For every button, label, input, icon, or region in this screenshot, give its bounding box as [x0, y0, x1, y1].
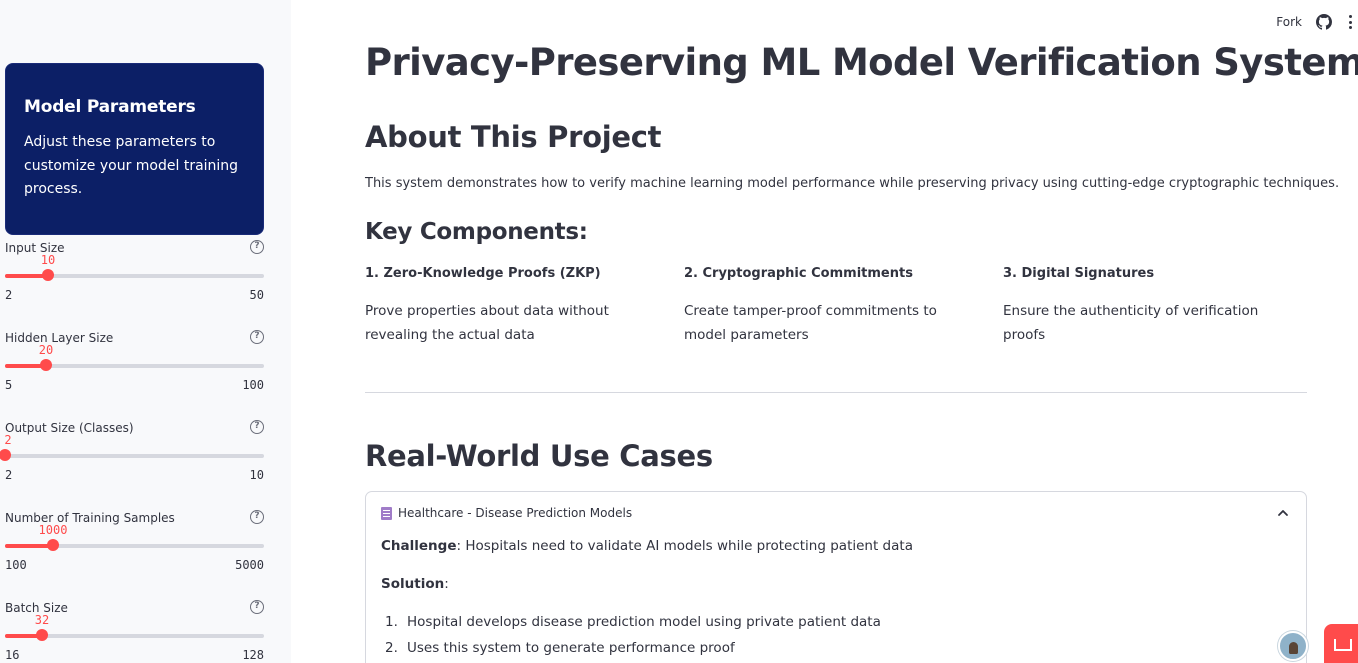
slider-value: 20: [38, 343, 54, 357]
about-text: This system demonstrates how to verify m…: [365, 176, 1340, 191]
slider-label: Input Size: [5, 241, 65, 255]
slider-track[interactable]: [5, 539, 264, 551]
slider-min: 2: [5, 288, 13, 302]
slider-thumb[interactable]: [47, 539, 59, 551]
solution-label: Solution: [381, 576, 445, 592]
slider-min: 5: [5, 378, 13, 392]
solution-line: Solution:: [381, 576, 913, 600]
expander-body: Challenge: Hospitals need to validate AI…: [381, 538, 913, 663]
slider-track[interactable]: [5, 629, 264, 641]
page-title: Privacy-Preserving ML Model Verification…: [365, 41, 1358, 84]
component-desc: Create tamper-proof commitments to model…: [684, 303, 937, 343]
step-number: 2.: [385, 640, 398, 656]
slider-label: Hidden Layer Size: [5, 331, 114, 345]
help-circle-icon[interactable]: ?: [250, 240, 264, 254]
use-cases-heading: Real-World Use Cases: [365, 439, 713, 473]
component-column: 1. Zero-Knowledge Proofs (ZKP) Prove pro…: [365, 266, 655, 347]
toolbar: Fork: [1276, 0, 1358, 44]
step-text: Uses this system to generate performance…: [407, 640, 735, 656]
slider-value: 10: [40, 253, 56, 267]
avatar[interactable]: [1278, 631, 1308, 661]
help-circle-icon[interactable]: ?: [250, 420, 264, 434]
slider-thumb[interactable]: [40, 359, 52, 371]
hidden-layer-size-slider[interactable]: Hidden Layer Size ? 20 5 100: [5, 330, 264, 407]
component-column: 2. Cryptographic Commitments Create tamp…: [684, 266, 974, 347]
model-parameters-card: Model Parameters Adjust these parameters…: [5, 63, 264, 235]
step-text: Hospital develops disease prediction mod…: [407, 614, 881, 630]
slider-label: Output Size (Classes): [5, 421, 134, 435]
chevron-up-icon[interactable]: [1276, 505, 1290, 519]
slider-fill: [5, 544, 53, 548]
training-samples-slider[interactable]: Number of Training Samples ? 1000 100 50…: [5, 510, 264, 587]
slider-thumb[interactable]: [0, 449, 11, 461]
slider-max: 5000: [235, 558, 264, 572]
component-title: 1. Zero-Knowledge Proofs (ZKP): [365, 266, 601, 281]
challenge-text: : Hospitals need to validate AI models w…: [456, 538, 913, 554]
input-size-slider[interactable]: Input Size ? 10 2 50: [5, 240, 264, 317]
healthcare-expander[interactable]: Healthcare - Disease Prediction Models C…: [365, 491, 1307, 663]
help-circle-icon[interactable]: ?: [250, 600, 264, 614]
component-column: 3. Digital Signatures Ensure the authent…: [1003, 266, 1293, 347]
list-item: 2. Uses this system to generate performan…: [381, 640, 913, 663]
slider-thumb[interactable]: [36, 629, 48, 641]
solution-suffix: :: [444, 576, 449, 592]
component-title: 2. Cryptographic Commitments: [684, 266, 913, 281]
slider-track[interactable]: [0, 449, 264, 461]
slider-track[interactable]: [5, 359, 264, 371]
component-title: 3. Digital Signatures: [1003, 266, 1155, 281]
slider-min: 16: [5, 648, 20, 662]
solution-steps: 1. Hospital develops disease prediction m…: [381, 614, 913, 663]
components-heading: Key Components:: [365, 219, 588, 245]
help-circle-icon[interactable]: ?: [250, 510, 264, 524]
expander-title: Healthcare - Disease Prediction Models: [398, 506, 633, 520]
list-item: 1. Hospital develops disease prediction m…: [381, 614, 913, 640]
card-title: Model Parameters: [24, 97, 196, 117]
sidebar: Model Parameters Adjust these parameters…: [0, 0, 291, 663]
slider-track[interactable]: [5, 269, 264, 281]
expander-header[interactable]: Healthcare - Disease Prediction Models: [381, 506, 632, 520]
github-icon[interactable]: [1316, 14, 1332, 30]
slider-min: 2: [5, 468, 13, 482]
slider-max: 128: [242, 648, 264, 662]
step-number: 1.: [385, 614, 398, 630]
divider: [365, 392, 1307, 393]
help-circle-icon[interactable]: ?: [250, 330, 264, 344]
slider-max: 50: [249, 288, 264, 302]
more-vertical-icon[interactable]: [1346, 14, 1354, 30]
about-heading: About This Project: [365, 120, 662, 154]
slider-value: 2: [4, 433, 12, 447]
challenge-label: Challenge: [381, 538, 457, 554]
slider-label: Number of Training Samples: [5, 511, 175, 525]
slider-value: 1000: [38, 523, 68, 537]
slider-min: 100: [5, 558, 27, 572]
slider-max: 100: [242, 378, 264, 392]
slider-value: 32: [34, 613, 50, 627]
memo-icon: [381, 506, 392, 520]
batch-size-slider[interactable]: Batch Size ? 32 16 128: [5, 600, 264, 663]
output-size-slider[interactable]: Output Size (Classes) ? 2 2 10: [0, 420, 264, 497]
card-description: Adjust these parameters to customize you…: [24, 134, 239, 197]
component-desc: Ensure the authenticity of verification …: [1003, 303, 1259, 343]
streamlit-badge[interactable]: [1324, 624, 1358, 663]
slider-thumb[interactable]: [42, 269, 54, 281]
component-desc: Prove properties about data without reve…: [365, 303, 609, 343]
fork-button[interactable]: Fork: [1276, 15, 1302, 29]
slider-max: 10: [249, 468, 264, 482]
challenge-line: Challenge: Hospitals need to validate AI…: [381, 538, 913, 562]
